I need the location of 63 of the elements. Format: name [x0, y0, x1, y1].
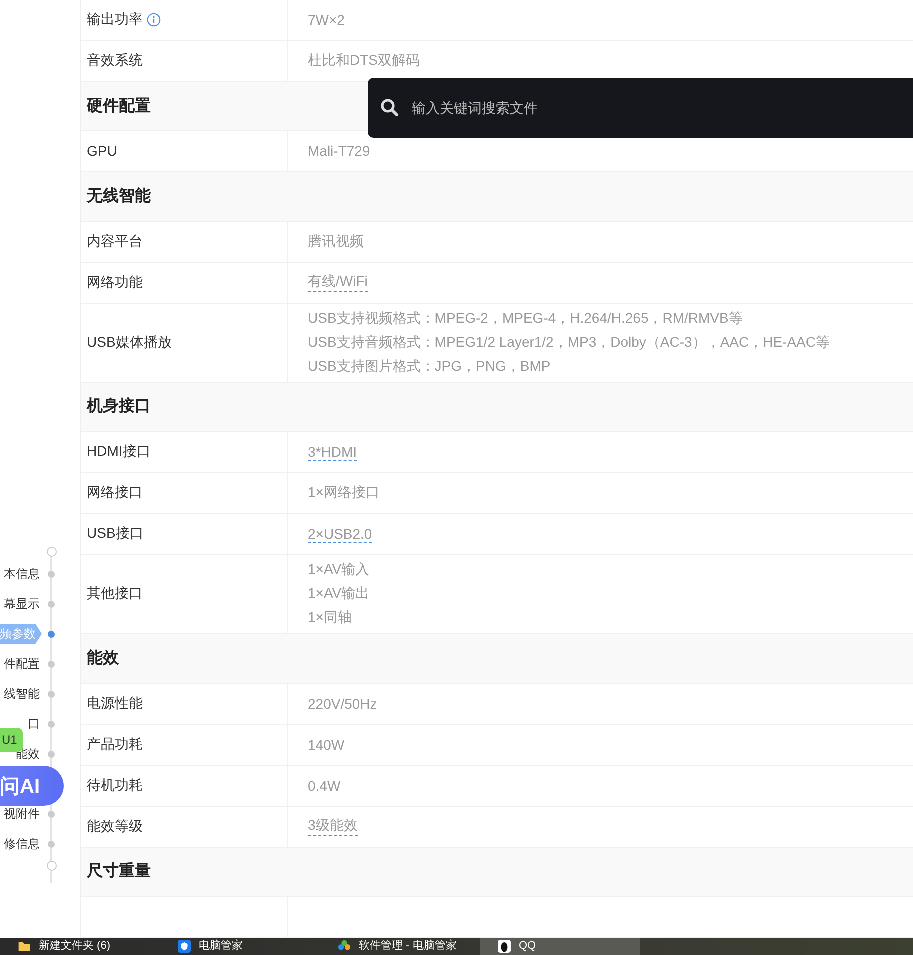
clover-icon — [338, 940, 351, 953]
spec-value: 0.4W — [308, 778, 341, 794]
spec-value: USB支持视频格式：MPEG-2，MPEG-4，H.264/H.265，RM/RMVB等 — [308, 310, 743, 328]
section-header: 无线智能 — [81, 172, 913, 222]
spec-label: 能效等级 — [87, 818, 143, 836]
nav-dot-icon — [48, 720, 55, 728]
spec-label: 音效系统 — [87, 52, 143, 70]
spec-label: 输出功率 — [87, 11, 143, 29]
spec-label: USB接口 — [87, 525, 144, 544]
spec-value: 杜比和DTS双解码 — [308, 52, 420, 70]
taskbar-item[interactable]: QQ — [480, 938, 640, 955]
spec-value: 1×AV输入 — [308, 561, 370, 580]
spec-value: Mali-T729 — [308, 143, 370, 160]
info-icon[interactable] — [147, 13, 161, 27]
spec-label: 内容平台 — [87, 232, 143, 251]
search-icon — [380, 98, 400, 118]
shield-icon — [178, 940, 191, 953]
section-header: 能效 — [81, 634, 913, 684]
timeline-end-icon — [47, 861, 57, 871]
nav-dot-icon — [48, 570, 55, 578]
section-header: 尺寸重量 — [81, 848, 913, 897]
nav-dot-icon — [48, 630, 55, 638]
nav-dot-icon — [48, 750, 55, 758]
spec-value: 140W — [308, 736, 345, 753]
spec-value: USB支持音频格式：MPEG1/2 Layer1/2，MP3，Dolby（AC-3），AAC，HE-AAC等 — [308, 334, 830, 352]
spec-label: GPU — [87, 143, 118, 160]
taskbar-item[interactable]: 新建文件夹 (6) — [0, 938, 160, 955]
spec-label: 待机功耗 — [87, 776, 143, 795]
folder-icon — [18, 940, 31, 953]
nav-dot-icon — [48, 810, 55, 818]
spec-label: 其他接口 — [87, 585, 143, 604]
spec-label: 电源性能 — [87, 694, 143, 713]
spec-value: 1×AV输出 — [308, 585, 370, 604]
ask-ai-button[interactable]: 问AI — [0, 766, 64, 806]
spec-label: HDMI接口 — [87, 443, 151, 462]
nav-item[interactable]: 修信息 — [2, 834, 42, 854]
spec-label: 网络接口 — [87, 484, 143, 502]
search-input[interactable]: 输入关键词搜索文件 — [410, 99, 913, 117]
nav-item[interactable]: 件配置 — [2, 654, 42, 674]
spec-value: 220V/50Hz — [308, 696, 378, 712]
section-header: 机身接口 — [81, 382, 913, 432]
nav-item[interactable]: 口 — [26, 714, 42, 734]
spec-label: 网络功能 — [87, 274, 143, 292]
nav-item[interactable]: 幕显示 — [2, 594, 42, 614]
spec-value: 1×同轴 — [308, 609, 352, 628]
taskbar-item[interactable]: 软件管理 - 电脑管家 — [320, 938, 480, 955]
search-field[interactable]: 输入关键词搜索文件 — [368, 78, 913, 138]
timeline-end-icon — [47, 547, 57, 557]
nav-dot-icon — [48, 840, 55, 848]
spec-label: 产品功耗 — [87, 736, 143, 754]
nav-item[interactable]: 视附件 — [2, 804, 42, 824]
nav-dot-icon — [48, 600, 55, 608]
penguin-icon — [498, 940, 511, 953]
nav-dot-icon — [48, 660, 55, 668]
spec-label: USB媒体播放 — [87, 334, 172, 352]
nav-dot-icon — [48, 690, 55, 698]
nav-item[interactable]: 本信息 — [2, 564, 42, 584]
spec-value: USB支持图片格式：JPG，PNG，BMP — [308, 358, 551, 376]
spec-value: 1×网络接口 — [308, 484, 380, 502]
spec-value: 7W×2 — [308, 12, 345, 28]
nav-item[interactable]: 线智能 — [2, 684, 42, 704]
spec-value: 腾讯视频 — [308, 232, 364, 251]
taskbar-item[interactable]: 电脑管家 — [160, 938, 320, 955]
